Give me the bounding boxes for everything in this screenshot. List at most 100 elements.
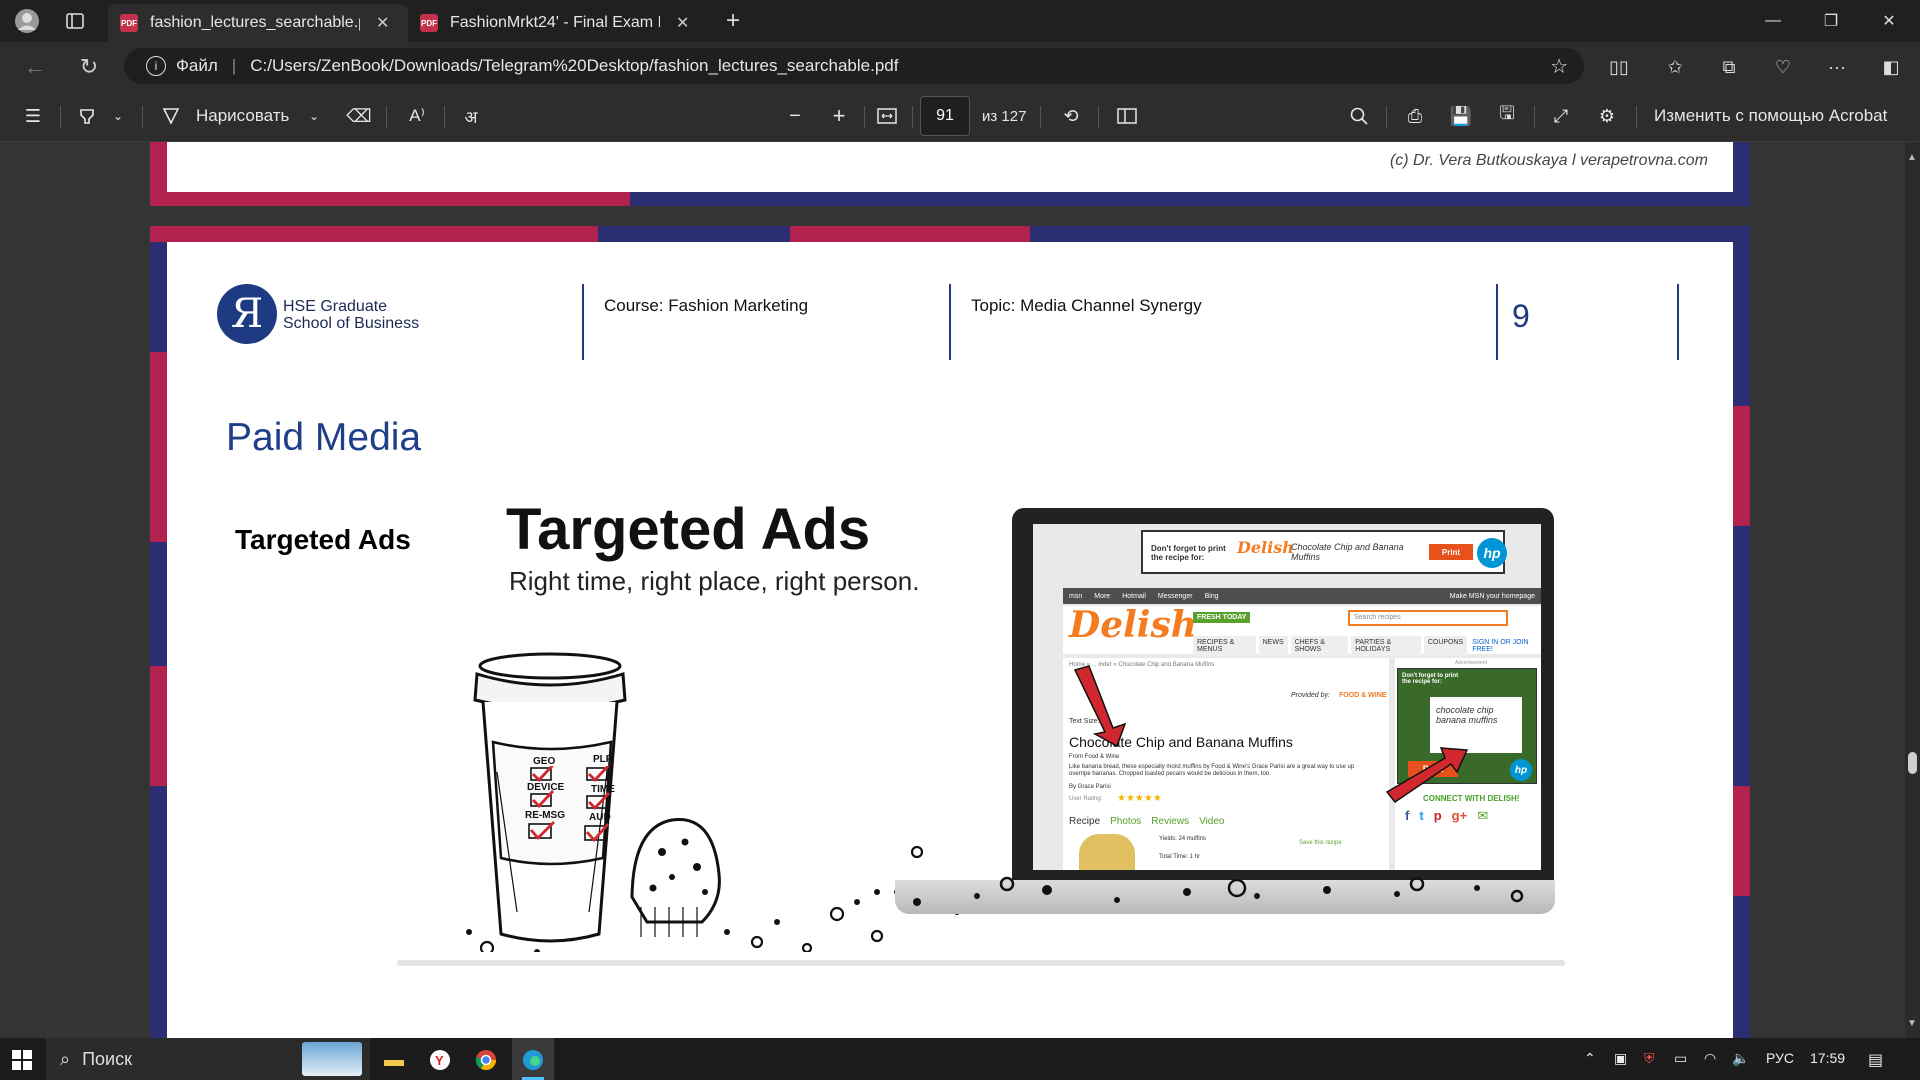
crumbs-illustration: [874, 876, 1524, 906]
nav-item[interactable]: NEWS: [1258, 636, 1288, 656]
show-hidden-icons-icon[interactable]: ⌃: [1584, 1050, 1596, 1067]
zoom-in-icon[interactable]: +: [824, 102, 854, 130]
scroll-thumb[interactable]: [1908, 752, 1917, 774]
meet-now-icon[interactable]: ▣: [1614, 1050, 1627, 1067]
sign-in-link[interactable]: SIGN IN OR JOIN FREE!: [1470, 636, 1541, 656]
wifi-icon[interactable]: ◠: [1704, 1050, 1716, 1067]
notifications-icon[interactable]: ▤: [1868, 1050, 1883, 1070]
vertical-scrollbar[interactable]: ▲ ▼: [1905, 142, 1920, 1038]
address-bar-row: ← ↻ i Файл | C:/Users/ZenBook/Downloads/…: [0, 42, 1920, 90]
save-icon[interactable]: 💾: [1446, 102, 1476, 130]
scroll-down-icon[interactable]: ▼: [1907, 1018, 1917, 1029]
new-tab-icon[interactable]: +: [720, 7, 746, 34]
eraser-icon[interactable]: ⌫: [344, 102, 374, 130]
msn-homepage-link[interactable]: Make MSN your homepage: [1450, 593, 1535, 600]
collections-icon[interactable]: ⧉: [1714, 52, 1744, 82]
volume-icon[interactable]: 🔈: [1732, 1050, 1749, 1067]
rotate-icon[interactable]: ⟲: [1056, 102, 1086, 130]
restore-icon[interactable]: ❐: [1802, 0, 1860, 42]
back-icon[interactable]: ←: [20, 52, 50, 82]
msn-link[interactable]: Messenger: [1158, 593, 1193, 600]
ad-print-button[interactable]: Print: [1429, 544, 1473, 560]
favorites-icon[interactable]: ✩: [1660, 52, 1690, 82]
sidebar-toggle-icon[interactable]: ◧: [1876, 52, 1906, 82]
tab-final-exam-prep[interactable]: PDF FashionMrkt24' - Final Exam Prep ✕: [408, 4, 708, 42]
windows-start-icon[interactable]: [6, 1044, 38, 1076]
slide-footer-line: [397, 960, 1565, 966]
windows-taskbar: ⌕ Поиск ▬ Y ⌃ ▣ ⛨ ▭ ◠ 🔈 РУС 17:59 ▤: [0, 1038, 1920, 1080]
search-icon[interactable]: [1344, 102, 1374, 130]
chrome-icon[interactable]: [470, 1044, 502, 1076]
save-as-icon[interactable]: 🖫: [1492, 102, 1522, 130]
nav-item[interactable]: COUPONS: [1423, 636, 1468, 656]
msn-link[interactable]: Bing: [1205, 593, 1219, 600]
msn-link[interactable]: msn: [1069, 593, 1082, 600]
browser-essentials-icon[interactable]: ♡: [1768, 52, 1798, 82]
scroll-up-icon[interactable]: ▲: [1907, 152, 1917, 163]
url-text[interactable]: C:/Users/ZenBook/Downloads/Telegram%20De…: [250, 56, 898, 76]
address-bar[interactable]: i Файл | C:/Users/ZenBook/Downloads/Tele…: [124, 48, 1584, 84]
msn-link[interactable]: Hotmail: [1122, 593, 1146, 600]
nav-item[interactable]: CHEFS & SHOWS: [1290, 636, 1349, 656]
more-menu-icon[interactable]: ···: [1822, 52, 1852, 82]
fit-page-icon[interactable]: [872, 102, 902, 130]
table-of-contents-icon[interactable]: ☰: [18, 102, 48, 130]
settings-gear-icon[interactable]: ⚙: [1592, 102, 1622, 130]
refresh-icon[interactable]: ↻: [74, 52, 104, 82]
divider: [582, 284, 584, 360]
close-window-icon[interactable]: ✕: [1860, 0, 1918, 42]
file-explorer-icon[interactable]: ▬: [378, 1044, 410, 1076]
translate-icon[interactable]: अ: [456, 102, 486, 130]
graphic-tagline: Right time, right place, right person.: [509, 566, 920, 596]
page-number-input[interactable]: 91: [920, 96, 970, 136]
file-scheme-label: Файл: [176, 56, 218, 75]
save-recipe-link[interactable]: Save this recipe: [1299, 840, 1342, 846]
split-screen-icon[interactable]: ▯▯: [1604, 52, 1634, 82]
divider: [949, 284, 951, 360]
msn-link[interactable]: More: [1094, 593, 1110, 600]
nav-item[interactable]: RECIPES & MENUS: [1193, 636, 1256, 656]
tab-actions-icon[interactable]: [62, 8, 88, 34]
language-indicator[interactable]: РУС: [1766, 1050, 1794, 1066]
course-label: Course: Fashion Marketing: [604, 296, 809, 315]
hse-logo-icon: Я: [217, 284, 277, 344]
favorite-star-icon[interactable]: ☆: [1550, 54, 1568, 79]
edit-with-acrobat-button[interactable]: Изменить с помощью Acrobat: [1654, 102, 1887, 130]
highlight-icon[interactable]: [72, 102, 102, 130]
cup-label-plr: PLR: [593, 754, 613, 765]
close-tab-icon[interactable]: ✕: [376, 13, 389, 33]
ad-text: Don't forget to print the recipe for:: [1151, 544, 1226, 562]
logo-text-line-2: School of Business: [283, 315, 420, 332]
close-tab-icon[interactable]: ✕: [676, 13, 689, 33]
zoom-out-icon[interactable]: −: [780, 102, 810, 130]
read-aloud-icon[interactable]: A⁾: [400, 102, 434, 130]
security-alert-icon[interactable]: ⛨: [1644, 1050, 1655, 1067]
edge-taskbar-active[interactable]: [512, 1038, 554, 1080]
tab-fashion-lectures[interactable]: PDF fashion_lectures_searchable.pdf ✕: [108, 4, 408, 42]
fullscreen-icon[interactable]: ⤢: [1546, 102, 1576, 130]
nav-item[interactable]: PARTIES & HOLIDAYS: [1351, 636, 1421, 656]
recipe-search-input[interactable]: Search recipes: [1348, 610, 1508, 626]
clock[interactable]: 17:59: [1810, 1050, 1845, 1066]
minimize-icon[interactable]: —: [1744, 0, 1802, 42]
info-icon[interactable]: i: [146, 56, 166, 76]
topic-label: Topic: Media Channel Synergy: [971, 296, 1202, 315]
edge-icon[interactable]: [517, 1044, 549, 1076]
search-placeholder: Поиск: [82, 1048, 132, 1069]
draw-button[interactable]: Нарисовать: [196, 102, 289, 130]
chevron-down-icon[interactable]: ⌄: [108, 102, 128, 130]
hse-logo-text: HSE Graduate School of Business: [283, 298, 419, 332]
logo-text-line-1: HSE Graduate: [283, 298, 388, 315]
print-icon[interactable]: ⎙: [1400, 102, 1430, 130]
chevron-down-icon[interactable]: ⌄: [304, 102, 324, 130]
title-bar: PDF fashion_lectures_searchable.pdf ✕ PD…: [0, 0, 1920, 42]
draw-icon[interactable]: [156, 102, 186, 130]
taskbar-search-box[interactable]: ⌕ Поиск: [46, 1038, 370, 1080]
battery-icon[interactable]: ▭: [1674, 1050, 1687, 1067]
delish-header: Delish FRESH TODAY Search recipes RECIPE…: [1063, 604, 1541, 656]
profile-avatar-icon[interactable]: [14, 8, 40, 34]
divider: [1496, 284, 1498, 360]
yandex-browser-icon[interactable]: Y: [424, 1044, 456, 1076]
page-view-icon[interactable]: [1112, 102, 1142, 130]
svg-text:Y: Y: [435, 1053, 444, 1068]
